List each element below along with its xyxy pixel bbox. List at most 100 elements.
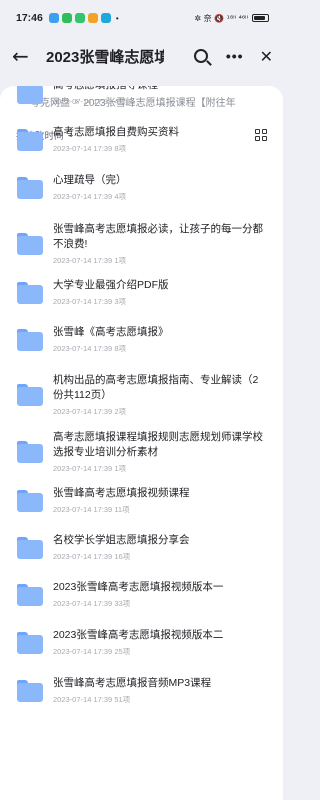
folder-count: 8项	[114, 144, 126, 153]
folder-count: 25项	[114, 647, 131, 656]
folder-row[interactable]: 机构出品的高考志愿填报指南、专业解读（2份共112页） 2023-07-14 17…	[0, 373, 263, 417]
folder-date: 2023-07-14 17:39	[53, 464, 113, 473]
folder-info: 2023-07-14 17:39 25项	[53, 646, 263, 657]
folder-row[interactable]: 大学专业最强介绍PDF版 2023-07-14 17:39 3项	[0, 278, 263, 307]
page-title: 2023张雪峰志愿填...	[46, 48, 164, 66]
folder-info: 2023-07-14 17:39 8项	[53, 143, 263, 154]
folder-icon	[17, 489, 43, 512]
folder-name: 2023张雪峰高考志愿填报视频版本二	[53, 629, 224, 641]
notification-app-icon	[100, 13, 111, 23]
folder-date: 2023-07-14 17:39	[53, 297, 113, 306]
folder-count: 51项	[114, 695, 131, 704]
folder-icon	[17, 384, 43, 406]
folder-icon	[17, 233, 43, 255]
folder-meta: 高考志愿填报指导课程 2023-07-14 17:39 4项	[53, 86, 263, 107]
folder-date: 2023-07-14 17:39	[53, 97, 113, 106]
folder-info: 2023-07-14 17:39 11项	[53, 504, 263, 515]
folder-count: 8项	[114, 344, 126, 353]
folder-meta: 张雪峰高考志愿填报必读，让孩子的每一分都不浪费! 2023-07-14 17:39…	[53, 222, 263, 266]
folder-count: 3项	[114, 297, 126, 306]
folder-count: 4项	[114, 97, 126, 106]
folder-meta: 大学专业最强介绍PDF版 2023-07-14 17:39 3项	[53, 278, 263, 307]
folder-meta: 2023张雪峰高考志愿填报视频版本一 2023-07-14 17:39 33项	[53, 580, 263, 609]
folder-date: 2023-07-14 17:39	[53, 256, 113, 265]
back-arrow-icon[interactable]: ←	[12, 46, 36, 66]
folder-meta: 张雪峰高考志愿填报视频课程 2023-07-14 17:39 11项	[53, 486, 263, 515]
folder-meta: 张雪峰高考志愿填报音频MP3课程 2023-07-14 17:39 51项	[53, 676, 263, 705]
folder-row[interactable]: 高考志愿填报自费购买资料 2023-07-14 17:39 8项	[0, 125, 263, 154]
header-actions: ••• ✕	[193, 47, 273, 66]
signal-indicators: ✲ 奈 🔇 ¹⁸ᴵᴵ ⁴⁶ᴵᴵ	[194, 13, 248, 23]
folder-icon	[17, 86, 43, 104]
folder-meta: 高考志愿填报自费购买资料 2023-07-14 17:39 8项	[53, 125, 263, 154]
folder-name: 心理疏导（完）	[53, 174, 127, 186]
folder-info: 2023-07-14 17:39 1项	[53, 463, 263, 474]
notification-app-icon	[87, 13, 98, 23]
folder-name: 张雪峰高考志愿填报必读，让孩子的每一分都不浪费!	[53, 223, 263, 250]
folder-icon	[17, 328, 43, 351]
folder-icon	[17, 631, 43, 654]
close-icon[interactable]: ✕	[260, 47, 273, 66]
notification-app-icon	[74, 13, 85, 23]
folder-icon	[17, 281, 43, 304]
folder-meta: 张雪峰《高考志愿填报》 2023-07-14 17:39 8项	[53, 325, 263, 354]
folder-meta: 2023张雪峰高考志愿填报视频版本二 2023-07-14 17:39 25项	[53, 628, 263, 657]
folder-name: 高考志愿填报课程填报规则志愿规划师课学校选报专业培训分析素材	[53, 431, 263, 458]
folder-name: 高考志愿填报指导课程	[53, 86, 263, 93]
folder-row[interactable]: 张雪峰高考志愿填报视频课程 2023-07-14 17:39 11项	[0, 486, 263, 515]
folder-info: 2023-07-14 17:39 51项	[53, 694, 263, 705]
folder-count: 1项	[114, 464, 126, 473]
folder-icon	[17, 583, 43, 606]
folder-icon	[17, 679, 43, 702]
folder-row[interactable]: 张雪峰高考志愿填报音频MP3课程 2023-07-14 17:39 51项	[0, 676, 263, 705]
folder-info: 2023-07-14 17:39 1项	[53, 255, 263, 266]
folder-row[interactable]: 2023张雪峰高考志愿填报视频版本一 2023-07-14 17:39 33项	[0, 580, 263, 609]
folder-count: 11项	[114, 505, 130, 514]
folder-icon	[17, 176, 43, 199]
folder-row[interactable]: 名校学长学姐志愿填报分享会 2023-07-14 17:39 16项	[0, 533, 263, 562]
folder-count: 1项	[114, 256, 126, 265]
folder-info: 2023-07-14 17:39 4项	[53, 191, 263, 202]
folder-name: 名校学长学姐志愿填报分享会	[53, 534, 190, 546]
folder-row[interactable]: 2023张雪峰高考志愿填报视频版本二 2023-07-14 17:39 25项	[0, 628, 263, 657]
folder-info: 2023-07-14 17:39 3项	[53, 296, 263, 307]
folder-name: 2023张雪峰高考志愿填报视频版本一	[53, 581, 224, 593]
folder-count: 16项	[114, 552, 131, 561]
folder-date: 2023-07-14 17:39	[53, 192, 113, 201]
top-bar: ← 2023张雪峰志愿填... ••• ✕	[0, 36, 283, 76]
folder-meta: 心理疏导（完） 2023-07-14 17:39 4项	[53, 173, 263, 202]
folder-row[interactable]: 张雪峰高考志愿填报必读，让孩子的每一分都不浪费! 2023-07-14 17:39…	[0, 222, 263, 266]
folder-date: 2023-07-14 17:39	[53, 552, 113, 561]
battery-icon	[252, 14, 269, 22]
folder-icon	[17, 441, 43, 463]
folder-date: 2023-07-14 17:39	[53, 344, 113, 353]
folder-info: 2023-07-14 17:39 8项	[53, 343, 263, 354]
folder-meta: 高考志愿填报课程填报规则志愿规划师课学校选报专业培训分析素材 2023-07-14…	[53, 430, 263, 474]
folder-count: 4项	[114, 192, 126, 201]
folder-info: 2023-07-14 17:39 16项	[53, 551, 263, 562]
folder-name: 大学专业最强介绍PDF版	[53, 279, 169, 291]
folder-meta: 名校学长学姐志愿填报分享会 2023-07-14 17:39 16项	[53, 533, 263, 562]
notification-dot: •	[115, 13, 119, 23]
folder-name: 张雪峰《高考志愿填报》	[53, 326, 169, 338]
folder-info: 2023-07-14 17:39 2项	[53, 406, 263, 417]
folder-row[interactable]: 高考志愿填报指导课程 2023-07-14 17:39 4项	[0, 86, 263, 107]
folder-name: 张雪峰高考志愿填报视频课程	[53, 487, 190, 499]
status-indicators: ✲ 奈 🔇 ¹⁸ᴵᴵ ⁴⁶ᴵᴵ	[194, 13, 269, 24]
folder-date: 2023-07-14 17:39	[53, 144, 113, 153]
more-icon[interactable]: •••	[226, 48, 244, 64]
folder-name: 张雪峰高考志愿填报音频MP3课程	[53, 677, 212, 689]
folder-count: 33项	[114, 599, 131, 608]
status-time: 17:46	[16, 12, 43, 24]
folder-icon	[17, 128, 43, 151]
folder-row[interactable]: 高考志愿填报课程填报规则志愿规划师课学校选报专业培训分析素材 2023-07-14…	[0, 430, 263, 474]
capsule-menu: ••• ✕	[226, 47, 273, 66]
folder-date: 2023-07-14 17:39	[53, 407, 113, 416]
folder-row[interactable]: 张雪峰《高考志愿填报》 2023-07-14 17:39 8项	[0, 325, 263, 354]
folder-name: 机构出品的高考志愿填报指南、专业解读（2份共112页）	[53, 374, 259, 401]
folder-date: 2023-07-14 17:39	[53, 695, 113, 704]
notification-app-icon	[61, 13, 72, 23]
search-icon[interactable]	[193, 49, 208, 63]
folder-row[interactable]: 心理疏导（完） 2023-07-14 17:39 4项	[0, 173, 263, 202]
notification-app-icon	[48, 13, 59, 23]
